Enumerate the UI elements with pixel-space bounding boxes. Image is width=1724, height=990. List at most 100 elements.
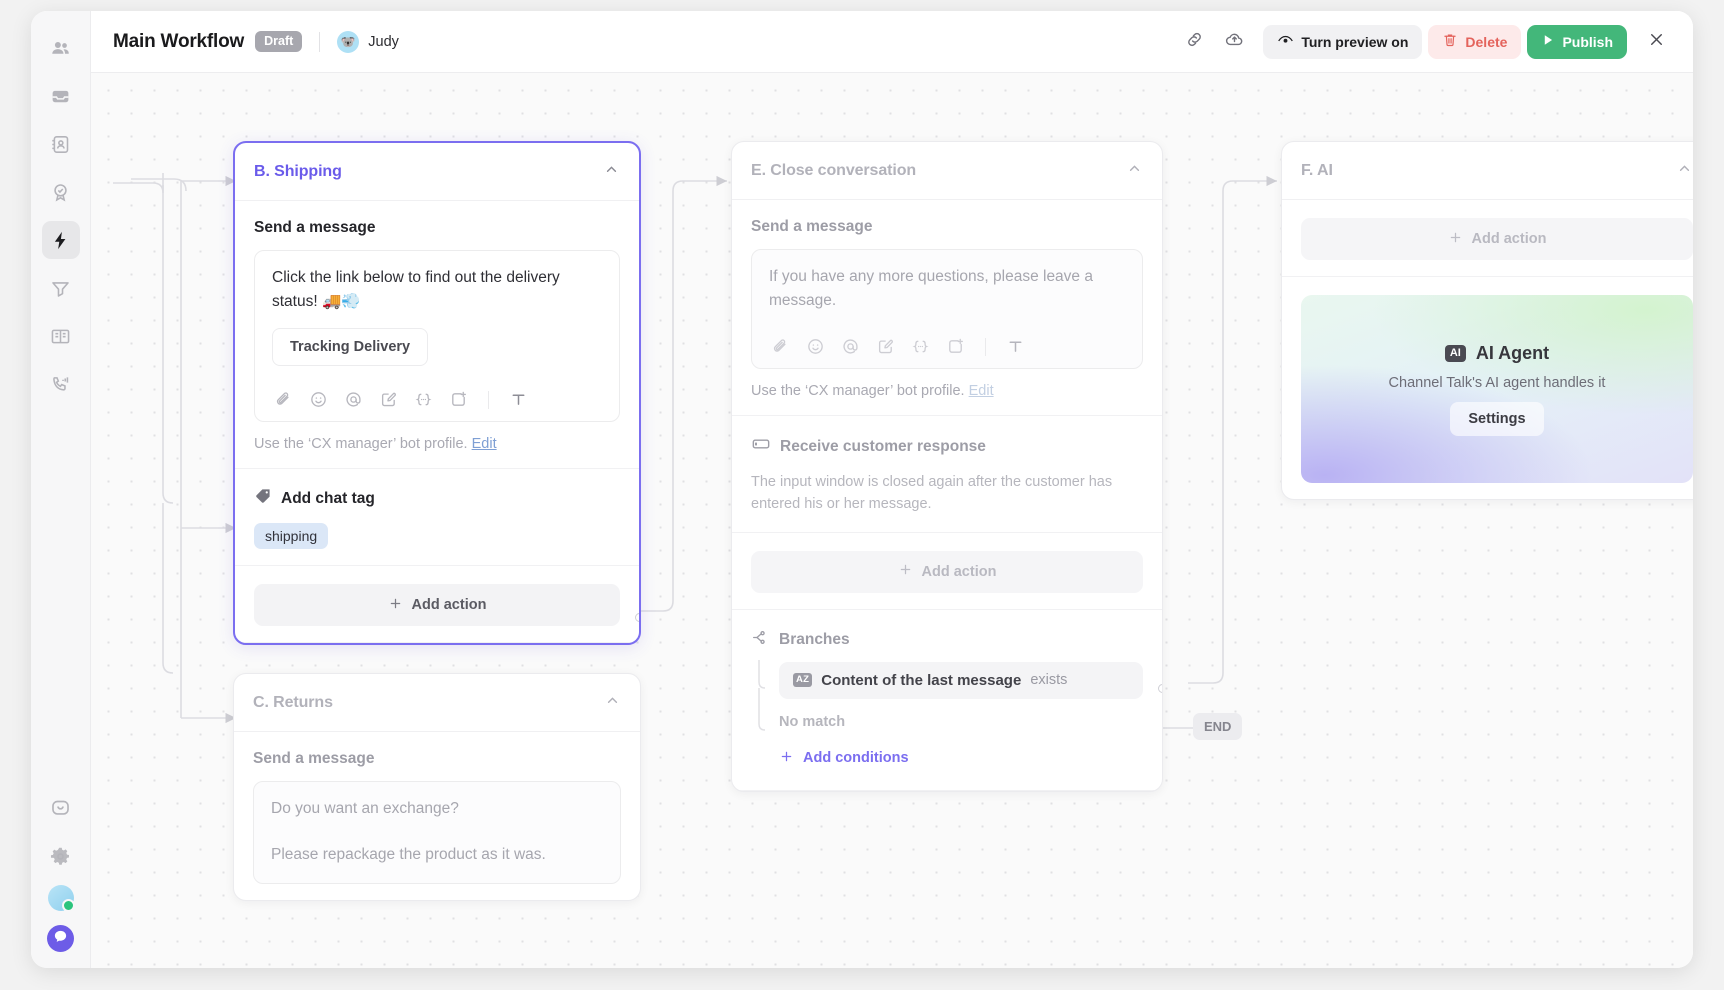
close-message-section: Send a message If you have any more ques… bbox=[732, 200, 1162, 416]
brand-logo-button[interactable] bbox=[47, 925, 74, 952]
book-icon bbox=[50, 326, 71, 347]
close-message-composer[interactable]: If you have any more questions, please l… bbox=[751, 249, 1143, 369]
ai-add-action-button[interactable]: Add action bbox=[1301, 218, 1693, 260]
copy-link-button[interactable] bbox=[1177, 25, 1211, 59]
add-template-icon[interactable] bbox=[449, 390, 468, 409]
sidebar-item-marketing[interactable] bbox=[42, 269, 80, 307]
team-icon bbox=[50, 38, 71, 59]
plus-icon bbox=[779, 749, 794, 768]
chevron-up-icon[interactable] bbox=[1676, 160, 1693, 182]
sidebar-item-chat[interactable] bbox=[42, 789, 80, 827]
close-profile-edit-link[interactable]: Edit bbox=[969, 383, 994, 399]
status-badge: Draft bbox=[255, 31, 302, 52]
mention-icon[interactable] bbox=[841, 337, 860, 356]
no-match-label: No match bbox=[779, 714, 845, 730]
ai-settings-button[interactable]: Settings bbox=[1450, 402, 1543, 436]
sidebar-item-badge[interactable] bbox=[42, 173, 80, 211]
header-divider bbox=[319, 32, 320, 52]
sidebar-item-settings[interactable] bbox=[42, 837, 80, 875]
lightning-icon bbox=[50, 230, 71, 251]
sidebar-item-documents[interactable] bbox=[42, 317, 80, 355]
attachment-icon[interactable] bbox=[771, 337, 790, 356]
chevron-up-icon[interactable] bbox=[604, 692, 621, 714]
node-returns-header[interactable]: C. Returns bbox=[234, 674, 640, 732]
sidebar-item-contacts[interactable] bbox=[42, 125, 80, 163]
avatar[interactable] bbox=[48, 885, 74, 911]
shipping-add-action-button[interactable]: Add action bbox=[254, 584, 620, 626]
shipping-message-button[interactable]: Tracking Delivery bbox=[272, 328, 428, 366]
node-shipping-title: B. Shipping bbox=[254, 163, 342, 181]
branches-list: AZ Content of the last message exists No… bbox=[751, 662, 1143, 743]
shipping-message-composer[interactable]: Click the link below to find out the del… bbox=[254, 250, 620, 422]
branches-title-text: Branches bbox=[779, 631, 850, 649]
workflow-canvas[interactable]: B. Shipping Send a message Click the lin… bbox=[91, 73, 1693, 968]
variable-icon[interactable] bbox=[911, 337, 930, 356]
note-icon[interactable] bbox=[876, 337, 895, 356]
shipping-output-port[interactable] bbox=[635, 613, 641, 622]
shipping-profile-text: Use the ‘CX manager’ bot profile. bbox=[254, 436, 468, 452]
branch-condition-label: Content of the last message bbox=[821, 672, 1021, 689]
workflow-owner[interactable]: 🐨 Judy bbox=[337, 31, 399, 53]
variable-icon[interactable] bbox=[414, 390, 433, 409]
note-icon[interactable] bbox=[379, 390, 398, 409]
chevron-up-icon[interactable] bbox=[603, 161, 620, 183]
add-conditions-button[interactable]: Add conditions bbox=[751, 749, 1143, 768]
branches-section: Branches AZ Content of the last message … bbox=[732, 610, 1162, 791]
node-close-title: E. Close conversation bbox=[751, 162, 916, 180]
end-badge[interactable]: END bbox=[1193, 713, 1242, 740]
channel-logo-icon bbox=[53, 929, 68, 949]
node-close-header[interactable]: E. Close conversation bbox=[732, 142, 1162, 200]
returns-message-line-1: Do you want an exchange? bbox=[271, 797, 603, 821]
header-actions: Turn preview on Delete Publish bbox=[1177, 25, 1673, 59]
branch-condition-row[interactable]: AZ Content of the last message exists bbox=[779, 662, 1143, 699]
close-editor-button[interactable] bbox=[1639, 25, 1673, 59]
shipping-profile-edit-link[interactable]: Edit bbox=[472, 436, 497, 452]
close-add-action-button[interactable]: Add action bbox=[751, 551, 1143, 593]
node-ai-header[interactable]: F. AI bbox=[1282, 142, 1693, 200]
mention-icon[interactable] bbox=[344, 390, 363, 409]
node-shipping[interactable]: B. Shipping Send a message Click the lin… bbox=[233, 141, 641, 645]
shipping-message-title: Send a message bbox=[254, 219, 620, 237]
plus-icon bbox=[388, 596, 403, 615]
composer-toolbar bbox=[272, 376, 602, 421]
node-returns[interactable]: C. Returns Send a message Do you want an… bbox=[233, 673, 641, 901]
upload-button[interactable] bbox=[1217, 25, 1251, 59]
send-filter-icon bbox=[50, 278, 71, 299]
text-format-icon[interactable] bbox=[509, 390, 528, 409]
cloud-upload-icon bbox=[1225, 30, 1244, 54]
branch-output-port[interactable] bbox=[1158, 684, 1163, 693]
returns-message-composer[interactable]: Do you want an exchange? Please repackag… bbox=[253, 781, 621, 884]
toggle-preview-button[interactable]: Turn preview on bbox=[1263, 25, 1422, 59]
owner-avatar: 🐨 bbox=[337, 31, 359, 53]
attachment-icon[interactable] bbox=[274, 390, 293, 409]
add-template-icon[interactable] bbox=[946, 337, 965, 356]
shipping-add-action-section: Add action bbox=[235, 566, 639, 643]
node-ai[interactable]: F. AI Add action bbox=[1281, 141, 1693, 500]
editor-header: Main Workflow Draft 🐨 Judy bbox=[91, 11, 1693, 73]
node-close-conversation[interactable]: E. Close conversation Send a message If … bbox=[731, 141, 1163, 792]
chevron-up-icon[interactable] bbox=[1126, 160, 1143, 182]
text-format-icon[interactable] bbox=[1006, 337, 1025, 356]
sidebar-item-team[interactable] bbox=[42, 29, 80, 67]
node-shipping-header[interactable]: B. Shipping bbox=[235, 143, 639, 201]
ai-agent-title: AI Agent bbox=[1476, 343, 1549, 364]
play-icon bbox=[1541, 33, 1555, 50]
tag-icon bbox=[254, 487, 272, 510]
link-icon bbox=[1185, 30, 1204, 54]
sidebar-item-workflow[interactable] bbox=[42, 221, 80, 259]
ai-badge: AI bbox=[1445, 345, 1466, 362]
branches-title: Branches bbox=[751, 628, 1143, 652]
emoji-icon[interactable] bbox=[309, 390, 328, 409]
emoji-icon[interactable] bbox=[806, 337, 825, 356]
delete-button[interactable]: Delete bbox=[1428, 25, 1521, 59]
close-profile-text: Use the ‘CX manager’ bot profile. bbox=[751, 383, 965, 399]
sidebar-item-calls[interactable] bbox=[42, 365, 80, 403]
shipping-add-action-label: Add action bbox=[412, 597, 487, 613]
sidebar-item-inbox[interactable] bbox=[42, 77, 80, 115]
shipping-tag-chip[interactable]: shipping bbox=[254, 523, 328, 549]
publish-button[interactable]: Publish bbox=[1527, 25, 1627, 59]
ai-agent-desc: Channel Talk's AI agent handles it bbox=[1389, 375, 1606, 391]
receive-response-section: Receive customer response The input wind… bbox=[732, 416, 1162, 533]
shipping-message-text: Click the link below to find out the del… bbox=[272, 266, 602, 314]
owner-name: Judy bbox=[368, 34, 399, 50]
